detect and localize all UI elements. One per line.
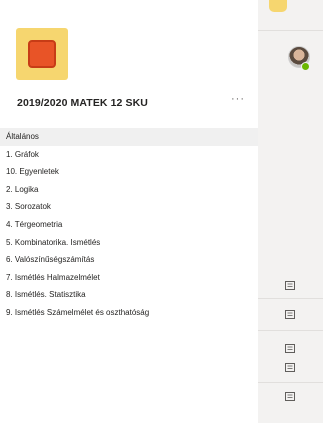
presence-status-icon [301, 62, 310, 71]
channel-item[interactable]: 9. Ismétlés Számelmélet és oszthatóság [0, 304, 258, 322]
message-icon[interactable] [285, 363, 295, 372]
team-logo-icon[interactable] [16, 28, 68, 80]
conversation-panel [258, 0, 323, 423]
channel-item[interactable]: 1. Gráfok [0, 146, 258, 164]
team-title[interactable]: 2019/2020 MATEK 12 SKU [17, 97, 148, 109]
message-icon[interactable] [285, 281, 295, 290]
panel-divider [258, 30, 323, 31]
channel-item[interactable]: 4. Térgeometria [0, 216, 258, 234]
channel-item[interactable]: 8. Ismétlés. Statisztika [0, 286, 258, 304]
team-sidebar: 2019/2020 MATEK 12 SKU ··· Általános 1. … [0, 0, 258, 423]
message-icon[interactable] [285, 310, 295, 319]
channel-item[interactable]: 5. Kombinatorika. Ismétlés [0, 234, 258, 252]
message-icon[interactable] [285, 392, 295, 401]
message-divider [258, 330, 323, 331]
channel-item[interactable]: 7. Ismétlés Halmazelmélet [0, 269, 258, 287]
channel-item[interactable]: 3. Sorozatok [0, 198, 258, 216]
more-options-button[interactable]: ··· [229, 92, 247, 106]
team-tab-indicator [269, 0, 287, 12]
channel-item[interactable]: 10. Egyenletek [0, 163, 258, 181]
message-icon[interactable] [285, 344, 295, 353]
team-logo-square [28, 40, 56, 68]
channel-item[interactable]: 2. Logika [0, 181, 258, 199]
message-divider [258, 382, 323, 383]
message-divider [258, 298, 323, 299]
channel-item[interactable]: 6. Valószínűségszámítás [0, 251, 258, 269]
channel-item-general[interactable]: Általános [0, 128, 258, 146]
channel-list: Általános 1. Gráfok 10. Egyenletek 2. Lo… [0, 128, 258, 322]
